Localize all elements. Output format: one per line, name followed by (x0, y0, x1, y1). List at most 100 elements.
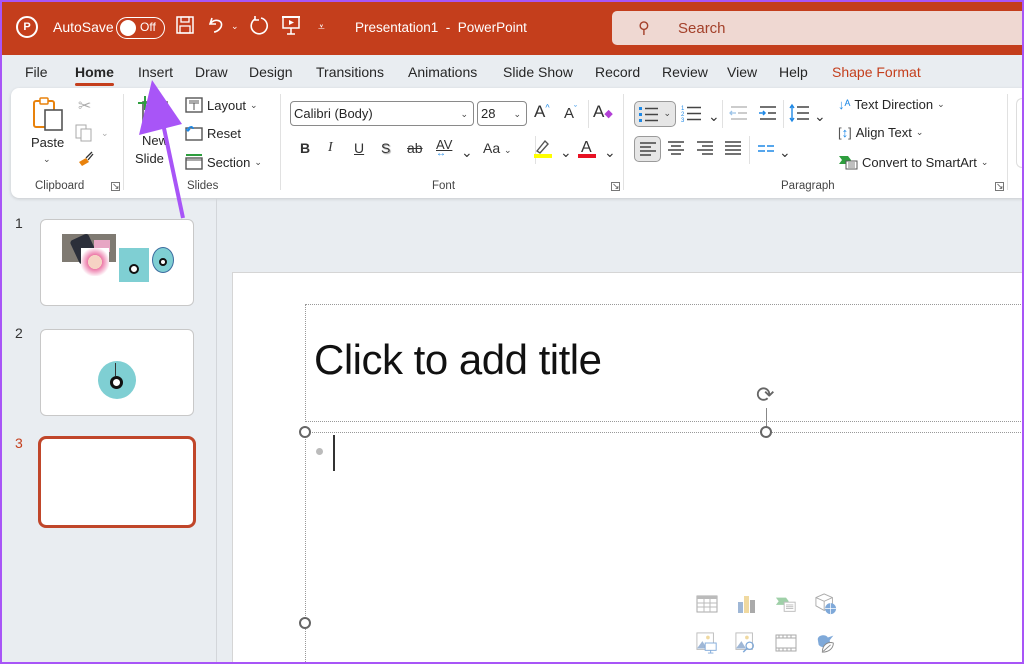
change-case-button[interactable]: Aa ⌄ (483, 140, 512, 156)
align-left-button[interactable] (634, 136, 661, 162)
align-text-button[interactable]: [↕] Align Text ⌄ (838, 125, 923, 140)
resize-handle-top-left[interactable] (299, 426, 311, 438)
slide-thumbnail-2[interactable] (40, 329, 194, 416)
insert-stock-image-icon[interactable] (735, 632, 757, 654)
new-slide-label-line1[interactable]: New (142, 133, 168, 148)
undo-icon[interactable] (207, 15, 227, 35)
decrease-indent-icon (729, 106, 747, 120)
tab-file[interactable]: File (25, 64, 48, 80)
slide-thumbnail-3[interactable] (38, 436, 196, 528)
italic-button[interactable]: I (328, 140, 333, 156)
font-name-select[interactable]: Calibri (Body) ⌄ (290, 101, 474, 126)
highlight-color-button[interactable] (533, 137, 553, 162)
insert-table-icon[interactable] (696, 593, 718, 615)
chevron-down-icon[interactable]: ⌄ (708, 108, 720, 125)
customize-quick-access-icon[interactable]: ⩡ (318, 20, 325, 35)
section-button[interactable]: Section ⌄ (185, 154, 262, 170)
new-slide-label-line2[interactable]: Slide (135, 151, 164, 166)
present-from-beginning-icon[interactable] (281, 15, 301, 37)
format-painter-icon[interactable] (77, 150, 95, 168)
tab-transitions[interactable]: Transitions (316, 64, 384, 80)
autosave-label: AutoSave (53, 19, 114, 35)
insert-icons-icon[interactable] (815, 632, 837, 654)
columns-button[interactable] (757, 142, 775, 158)
powerpoint-logo-icon: P (16, 16, 38, 38)
tab-animations[interactable]: Animations (408, 64, 477, 80)
insert-picture-icon[interactable] (696, 632, 718, 654)
shadow-button[interactable]: S (381, 140, 390, 156)
tab-review[interactable]: Review (662, 64, 708, 80)
resize-handle-middle-left[interactable] (299, 617, 311, 629)
insert-chart-icon[interactable] (735, 593, 757, 615)
insert-3d-model-icon[interactable] (815, 593, 837, 615)
numbering-button[interactable]: 123 (681, 104, 703, 127)
decrease-indent-button[interactable] (729, 104, 749, 125)
search-box[interactable]: ⚲ Search (612, 11, 1024, 45)
tab-home[interactable]: Home (75, 64, 114, 86)
align-text-icon: [↕] (838, 125, 852, 140)
grow-font-button[interactable]: A^ (534, 102, 550, 122)
clear-formatting-button[interactable]: A◆ (593, 102, 613, 122)
copy-dropdown-chevron-icon[interactable]: ⌄ (101, 128, 109, 139)
chevron-down-icon[interactable]: ⌄ (604, 144, 616, 161)
chevron-down-icon[interactable]: ⌄ (814, 108, 826, 125)
shrink-font-button[interactable]: Aˇ (564, 104, 577, 122)
reset-button[interactable]: Reset (185, 125, 241, 141)
text-direction-button[interactable]: ↓ᴬ Text Direction ⌄ (838, 97, 945, 112)
slide-thumbnail-1[interactable] (40, 219, 194, 306)
chevron-down-icon: ⌄ (460, 109, 468, 119)
align-center-button[interactable] (667, 140, 685, 159)
separator (749, 136, 750, 164)
font-color-icon: A (578, 139, 596, 158)
rotate-handle-icon[interactable]: ⟳ (756, 382, 774, 408)
justify-button[interactable] (724, 140, 742, 159)
font-launcher-icon[interactable]: ↘ (611, 182, 620, 191)
autosave-toggle[interactable]: Off (116, 17, 165, 39)
tab-record[interactable]: Record (595, 64, 640, 80)
paste-dropdown-chevron-icon[interactable]: ⌄ (43, 154, 51, 165)
align-right-button[interactable] (696, 140, 714, 159)
convert-smartart-button[interactable]: Convert to SmartArt ⌄ (838, 154, 988, 170)
save-icon[interactable] (175, 15, 195, 35)
insert-video-icon[interactable] (775, 632, 797, 654)
align-right-icon (697, 141, 713, 155)
strikethrough-button[interactable]: ab (407, 140, 423, 156)
ribbon-tabs: File Home Insert Draw Design Transitions… (0, 55, 1024, 88)
tab-draw[interactable]: Draw (195, 64, 228, 80)
tab-shape-format[interactable]: Shape Format (832, 64, 921, 80)
title-placeholder-text[interactable]: Click to add title (314, 336, 602, 384)
copy-icon[interactable] (75, 124, 93, 142)
line-spacing-button[interactable] (789, 103, 811, 126)
paste-button[interactable]: Paste (31, 135, 64, 150)
justify-icon (725, 141, 741, 155)
chevron-down-icon[interactable]: ⌄ (779, 144, 791, 161)
paragraph-launcher-icon[interactable]: ↘ (995, 182, 1004, 191)
cut-icon[interactable]: ✂ (78, 96, 91, 116)
clipboard-launcher-icon[interactable]: ↘ (111, 182, 120, 191)
bold-button[interactable]: B (300, 140, 310, 156)
font-size-select[interactable]: 28 ⌄ (477, 101, 527, 126)
text-cursor (333, 435, 335, 471)
bullets-button[interactable]: ⌄ (634, 101, 676, 127)
bullets-icon (639, 107, 658, 122)
chevron-down-icon[interactable]: ⌄ (461, 144, 473, 161)
font-color-button[interactable]: A (577, 137, 597, 162)
content-placeholder[interactable] (305, 432, 1024, 664)
tab-design[interactable]: Design (249, 64, 293, 80)
panel-divider[interactable] (216, 198, 217, 664)
increase-indent-button[interactable] (758, 104, 778, 125)
underline-button[interactable]: U (354, 140, 364, 156)
insert-smartart-icon[interactable] (775, 593, 797, 615)
chevron-down-icon[interactable]: ⌄ (560, 144, 572, 161)
tab-slide-show[interactable]: Slide Show (503, 64, 573, 80)
layout-button[interactable]: Layout ⌄ (185, 97, 258, 113)
redo-icon[interactable] (248, 15, 270, 37)
paste-icon[interactable] (31, 96, 65, 132)
resize-handle-top-center[interactable] (760, 426, 772, 438)
tab-insert[interactable]: Insert (138, 64, 173, 80)
character-spacing-button[interactable]: AV ↔ (436, 137, 452, 159)
tab-help[interactable]: Help (779, 64, 808, 80)
undo-dropdown-chevron-icon[interactable]: ⌄ (231, 21, 239, 32)
tab-view[interactable]: View (727, 64, 757, 80)
new-slide-icon[interactable] (137, 96, 171, 126)
